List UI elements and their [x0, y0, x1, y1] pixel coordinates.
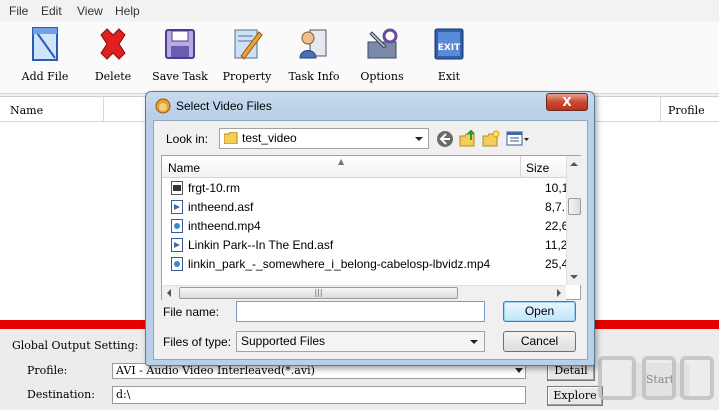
- menu-bar: File Edit View Help: [0, 0, 719, 22]
- delete-button[interactable]: Delete: [82, 26, 144, 86]
- view-menu-icon[interactable]: [506, 130, 530, 148]
- file-name-input[interactable]: [236, 301, 485, 322]
- global-output-label: Global Output Setting:: [12, 339, 139, 352]
- save-disk-icon: [165, 29, 195, 59]
- file-rows: frgt-10.rm 10,1( intheend.asf 8,7...: [162, 179, 566, 285]
- dialog-body: Look in: test_video ▲ Name Size frgt-10.…: [153, 120, 588, 360]
- file-listview[interactable]: ▲ Name Size frgt-10.rm 10,1(: [161, 155, 581, 300]
- file-row[interactable]: intheend.mp4 22,6!: [162, 217, 566, 236]
- exit-button[interactable]: EXIT Exit: [418, 26, 480, 86]
- svg-text:EXIT: EXIT: [438, 43, 461, 53]
- scroll-up-icon[interactable]: [570, 162, 578, 166]
- task-info-label: Task Info: [288, 70, 340, 83]
- file-row[interactable]: linkin_park_-_somewhere_i_belong-cabelos…: [162, 255, 566, 274]
- up-folder-icon[interactable]: [459, 130, 477, 148]
- new-folder-icon[interactable]: [482, 130, 500, 148]
- dialog-title: Select Video Files: [176, 99, 272, 113]
- folder-icon: [224, 132, 238, 144]
- property-button[interactable]: Property: [216, 26, 278, 86]
- file-name: Linkin Park--In The End.asf: [188, 238, 334, 252]
- file-name-label: File name:: [163, 305, 220, 319]
- dialog-titlebar[interactable]: Select Video Files X: [146, 92, 594, 119]
- options-button[interactable]: Options: [351, 26, 413, 86]
- property-label: Property: [222, 70, 272, 83]
- explore-button[interactable]: Explore: [547, 386, 603, 406]
- chevron-down-icon: [470, 340, 478, 344]
- scroll-left-icon[interactable]: [167, 289, 171, 297]
- menu-file[interactable]: File: [9, 4, 28, 18]
- listview-header: ▲ Name Size: [162, 156, 566, 178]
- task-info-icon: [299, 29, 327, 59]
- file-size: 11,2(: [545, 238, 566, 252]
- rm-file-icon: [171, 181, 183, 195]
- cancel-button[interactable]: Cancel: [503, 331, 576, 352]
- destination-label: Destination:: [27, 388, 95, 401]
- chevron-down-icon: [415, 137, 423, 141]
- file-row[interactable]: Linkin Park--In The End.asf 11,2(: [162, 236, 566, 255]
- sort-up-icon: ▲: [338, 157, 345, 166]
- app-lion-icon: [155, 98, 171, 114]
- file-name: intheend.asf: [188, 200, 254, 214]
- file-row[interactable]: intheend.asf 8,7...: [162, 198, 566, 217]
- look-in-label: Look in:: [166, 132, 209, 146]
- asf-file-icon: [171, 200, 183, 214]
- close-icon: X: [562, 95, 572, 109]
- exit-label: Exit: [437, 70, 461, 83]
- chevron-down-icon: [515, 368, 523, 373]
- scroll-right-icon[interactable]: [557, 289, 561, 297]
- column-name[interactable]: Name: [168, 161, 200, 175]
- file-size: 25,4...: [545, 257, 566, 271]
- toolbar: Add File Delete Save Task Property Task …: [0, 22, 719, 94]
- vertical-scrollbar[interactable]: [566, 156, 581, 285]
- file-size: 10,1(: [545, 181, 566, 195]
- destination-input[interactable]: d:\: [112, 386, 526, 404]
- file-size: 8,7...: [545, 200, 566, 214]
- column-divider[interactable]: [103, 97, 104, 122]
- mp4-file-icon: [171, 257, 183, 271]
- file-name: frgt-10.rm: [188, 181, 241, 195]
- watermark-icon: [598, 356, 714, 400]
- column-profile[interactable]: Profile: [668, 104, 705, 117]
- column-divider[interactable]: [660, 97, 661, 122]
- select-video-files-dialog: Select Video Files X Look in: test_video: [145, 91, 595, 366]
- files-of-type-label: Files of type:: [163, 335, 232, 349]
- profile-label: Profile:: [27, 364, 68, 377]
- save-task-label: Save Task: [152, 70, 208, 83]
- open-button[interactable]: Open: [503, 301, 576, 322]
- add-file-icon: [32, 27, 58, 61]
- add-file-label: Add File: [21, 70, 69, 83]
- vertical-scroll-thumb[interactable]: [568, 198, 581, 215]
- scroll-down-icon[interactable]: [570, 275, 578, 279]
- column-name[interactable]: Name: [10, 104, 43, 117]
- horizontal-scroll-thumb[interactable]: |||: [179, 287, 458, 299]
- watermark-logo: [596, 352, 716, 408]
- options-label: Options: [360, 70, 404, 83]
- column-divider[interactable]: [520, 156, 521, 178]
- look-in-value: test_video: [242, 131, 297, 145]
- property-pencil-icon: [234, 29, 263, 60]
- file-size: 22,6!: [545, 219, 566, 233]
- mp4-file-icon: [171, 219, 183, 233]
- back-icon[interactable]: [436, 130, 454, 148]
- column-size[interactable]: Size: [526, 161, 549, 175]
- file-name: linkin_park_-_somewhere_i_belong-cabelos…: [188, 257, 491, 271]
- files-of-type-value: Supported Files: [241, 334, 326, 348]
- menu-view[interactable]: View: [77, 4, 103, 18]
- file-row[interactable]: frgt-10.rm 10,1(: [162, 179, 566, 198]
- exit-icon: EXIT: [434, 28, 464, 60]
- options-tools-icon: [367, 28, 398, 59]
- task-info-button[interactable]: Task Info: [283, 26, 345, 86]
- asf-file-icon: [171, 238, 183, 252]
- add-file-button[interactable]: Add File: [14, 26, 76, 86]
- delete-x-icon: [100, 28, 126, 60]
- save-task-button[interactable]: Save Task: [149, 26, 211, 86]
- menu-edit[interactable]: Edit: [41, 4, 62, 18]
- delete-label: Delete: [94, 70, 132, 83]
- files-of-type-select[interactable]: Supported Files: [236, 331, 485, 352]
- close-button[interactable]: X: [546, 93, 588, 111]
- menu-help[interactable]: Help: [115, 4, 140, 18]
- horizontal-scrollbar[interactable]: |||: [162, 285, 566, 300]
- file-name: intheend.mp4: [188, 219, 261, 233]
- look-in-select[interactable]: test_video: [219, 128, 429, 149]
